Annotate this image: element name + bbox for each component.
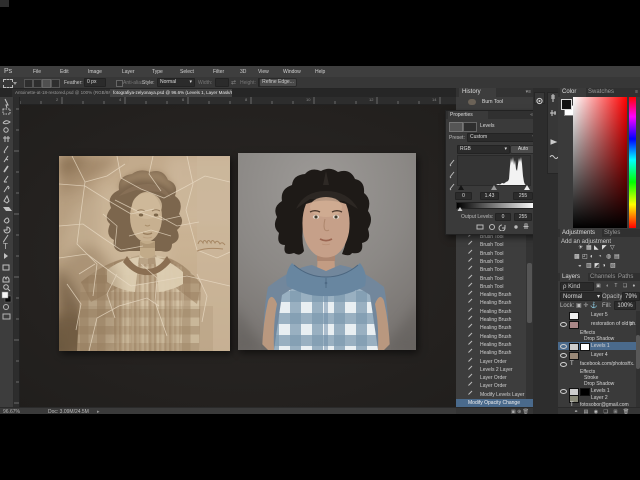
- svg-text:2: 2: [56, 97, 59, 102]
- svg-text:10: 10: [306, 97, 311, 102]
- svg-text:8: 8: [245, 97, 248, 102]
- svg-text:6: 6: [182, 97, 185, 102]
- svg-text:T: T: [3, 242, 8, 251]
- svg-text:12: 12: [369, 97, 374, 102]
- svg-text:4: 4: [119, 97, 122, 102]
- svg-text:14: 14: [432, 97, 437, 102]
